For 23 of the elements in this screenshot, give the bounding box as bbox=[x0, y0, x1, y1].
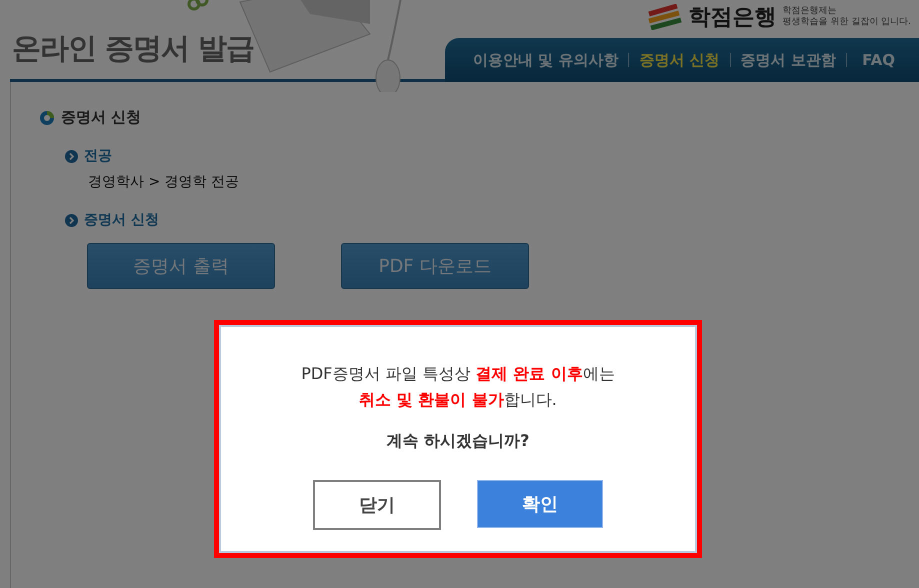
warning-text: PDF증명서 파일 특성상 결제 완료 이후에는 bbox=[301, 363, 615, 385]
section-title: 증명서 신청 bbox=[61, 108, 142, 127]
nav-tab[interactable]: 이용안내 및 유의사항 bbox=[469, 50, 622, 70]
action-button[interactable]: 증명서 출력 bbox=[87, 243, 275, 289]
nav-tab[interactable]: 증명서 신청 bbox=[635, 50, 724, 70]
tagline-text: 평생학습을 위한 길잡이 입니다. bbox=[782, 17, 911, 28]
tagline-text: 학점은행제는 bbox=[782, 6, 838, 17]
subsection-heading: 전공 bbox=[84, 147, 112, 165]
chevron-bullet-icon bbox=[65, 150, 78, 162]
action-button[interactable]: PDF 다운로드 bbox=[341, 243, 529, 289]
nav-tab[interactable]: FAQ bbox=[858, 51, 899, 69]
logo-icon bbox=[646, 4, 683, 30]
confirm-button[interactable]: 확인 bbox=[477, 480, 603, 528]
confirm-question: 계속 하시겠습니까? bbox=[386, 431, 530, 452]
nav-tab[interactable]: 증명서 보관함 bbox=[736, 50, 840, 70]
logo-text: 학점은행 bbox=[688, 4, 777, 32]
warning-text: 취소 및 환불이 불가합니다. bbox=[358, 389, 558, 411]
major-value: 경영학사 > 경영학 전공 bbox=[88, 173, 240, 191]
page-title: 온라인 증명서 발급 bbox=[12, 30, 254, 67]
subsection-heading: 증명서 신청 bbox=[84, 211, 159, 229]
section-bullet-icon bbox=[39, 110, 55, 126]
chevron-bullet-icon bbox=[65, 214, 78, 226]
close-button[interactable]: 닫기 bbox=[313, 480, 441, 530]
